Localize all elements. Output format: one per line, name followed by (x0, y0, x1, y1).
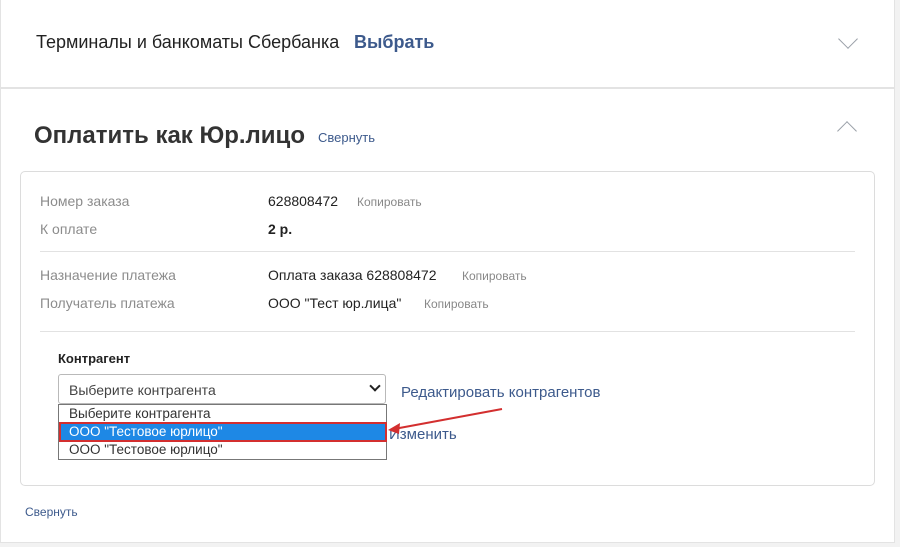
edit-counterparties-link[interactable]: Редактировать контрагентов (401, 384, 600, 401)
chevron-down-icon[interactable] (838, 29, 858, 49)
collapse-link-top[interactable]: Свернуть (318, 130, 375, 145)
counterparty-label: Контрагент (58, 351, 131, 366)
divider (40, 331, 855, 332)
dropdown-option-highlighted[interactable]: ООО "Тестовое юрлицо" (59, 423, 386, 441)
amount-value: 2 р. (268, 221, 293, 237)
collapse-link-bottom[interactable]: Свернуть (25, 505, 78, 519)
purpose-value: Оплата заказа 628808472 (268, 267, 437, 283)
copy-purpose-button[interactable]: Копировать (462, 269, 527, 283)
terminals-title: Терминалы и банкоматы Сбербанка (36, 32, 340, 52)
dropdown-option[interactable]: ООО "Тестовое юрлицо" (59, 441, 386, 459)
counterparty-select-value: Выберите контрагента (69, 382, 216, 398)
recipient-label: Получатель платежа (40, 295, 175, 311)
copy-recipient-button[interactable]: Копировать (424, 297, 489, 311)
purpose-label: Назначение платежа (40, 267, 176, 283)
counterparty-dropdown: Выберите контрагента ООО "Тестовое юрлиц… (58, 404, 387, 460)
counterparty-select[interactable]: Выберите контрагента (58, 374, 386, 404)
amount-label: К оплате (40, 221, 98, 237)
order-number-value: 628808472 (268, 193, 339, 209)
dropdown-option[interactable]: Выберите контрагента (59, 405, 386, 423)
chevron-down-icon (369, 380, 381, 392)
divider (40, 251, 855, 252)
choose-link[interactable]: Выбрать (354, 32, 434, 53)
section-title: Оплатить как Юр.лицо (34, 122, 305, 149)
copy-order-number-button[interactable]: Копировать (357, 195, 422, 209)
page: Терминалы и банкоматы Сбербанка Выбрать … (0, 0, 900, 547)
terminals-panel[interactable]: Терминалы и банкоматы Сбербанка Выбрать (0, 0, 895, 88)
order-number-label: Номер заказа (40, 193, 130, 209)
recipient-value: ООО "Тест юр.лица" (268, 295, 402, 311)
annotation-arrow-icon (388, 408, 503, 434)
